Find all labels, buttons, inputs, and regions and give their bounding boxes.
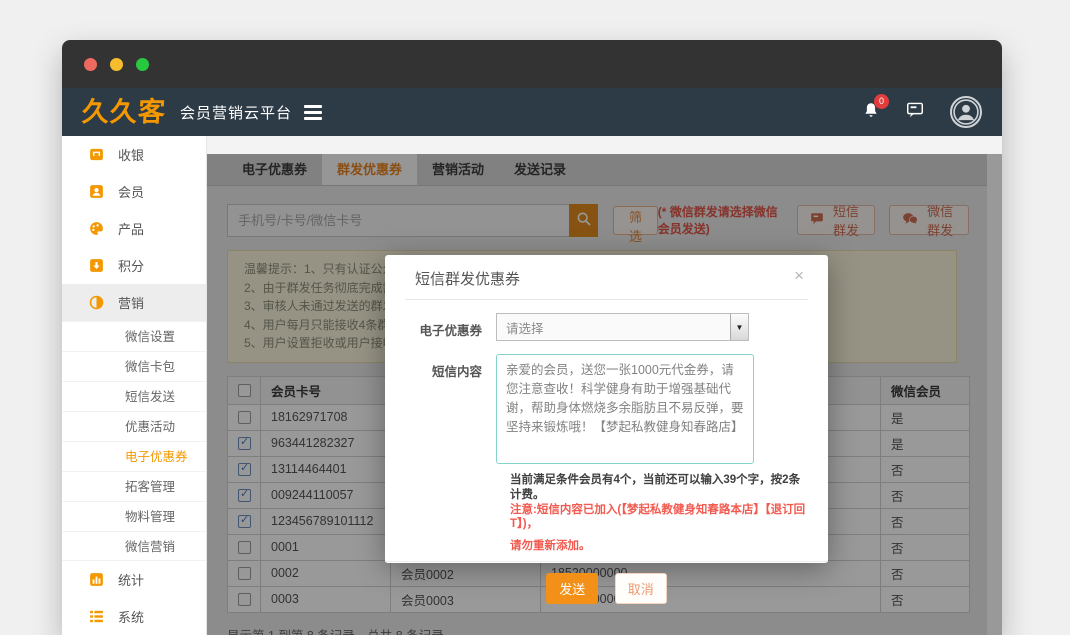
sidebar-item-label: 产品 bbox=[118, 219, 144, 238]
sidebar-subitem-短信发送[interactable]: 短信发送 bbox=[62, 381, 206, 411]
cancel-button[interactable]: 取消 bbox=[615, 573, 667, 604]
message-icon[interactable] bbox=[906, 102, 924, 123]
user-avatar[interactable] bbox=[950, 96, 982, 128]
coupon-select-label: 电子优惠券 bbox=[385, 313, 496, 341]
sms-bulk-modal: 短信群发优惠券 × 电子优惠券 请选择 ▼ 短信内容 亲爱的会员，送您一张100… bbox=[385, 255, 828, 563]
sidebar-item-label: 会员 bbox=[118, 182, 144, 201]
minimize-window-button[interactable] bbox=[110, 58, 123, 71]
sidebar-item-营销[interactable]: 营销 bbox=[62, 284, 206, 321]
sidebar-item-收银[interactable]: 收银 bbox=[62, 136, 206, 173]
maximize-window-button[interactable] bbox=[136, 58, 149, 71]
sidebar-subitem-微信卡包[interactable]: 微信卡包 bbox=[62, 351, 206, 381]
sidebar-subitem-电子优惠券[interactable]: 电子优惠券 bbox=[62, 441, 206, 471]
sidebar-item-产品[interactable]: 产品 bbox=[62, 210, 206, 247]
sidebar-item-积分[interactable]: 积分 bbox=[62, 247, 206, 284]
marketing-icon bbox=[88, 294, 105, 311]
system-icon bbox=[88, 608, 105, 625]
app-logo: 久久客 bbox=[81, 99, 167, 126]
sms-content-textarea[interactable]: 亲爱的会员，送您一张1000元代金券，请您注意查收！科学健身有助于增强基础代谢，… bbox=[496, 354, 754, 464]
sidebar-item-label: 统计 bbox=[118, 570, 144, 589]
sms-content-label: 短信内容 bbox=[385, 354, 496, 464]
chevron-down-icon: ▼ bbox=[730, 314, 748, 340]
sidebar-subitem-拓客管理[interactable]: 拓客管理 bbox=[62, 471, 206, 501]
app-header: 久久客 会员营销云平台 0 bbox=[62, 88, 1002, 136]
member-icon bbox=[88, 183, 105, 200]
notification-badge: 0 bbox=[874, 94, 889, 109]
sms-warning-line1: 注意:短信内容已加入(【梦起私教健身知春路本店】【退订回T】)， bbox=[510, 503, 810, 531]
menu-toggle-icon[interactable] bbox=[304, 105, 322, 120]
sidebar-subitem-微信营销[interactable]: 微信营销 bbox=[62, 531, 206, 561]
window-titlebar bbox=[62, 40, 1002, 88]
close-window-button[interactable] bbox=[84, 58, 97, 71]
modal-divider bbox=[405, 299, 808, 300]
sidebar-item-统计[interactable]: 统计 bbox=[62, 561, 206, 598]
sms-info-text: 当前满足条件会员有4个，当前还可以输入39个字，按2条计费。 bbox=[510, 473, 810, 503]
modal-title: 短信群发优惠券 bbox=[415, 271, 520, 288]
sidebar-subitem-微信设置[interactable]: 微信设置 bbox=[62, 321, 206, 351]
sidebar-subitem-优惠活动[interactable]: 优惠活动 bbox=[62, 411, 206, 441]
cash-register-icon bbox=[88, 146, 105, 163]
points-icon bbox=[88, 257, 105, 274]
sidebar-item-label: 营销 bbox=[118, 293, 144, 312]
sidebar-item-会员[interactable]: 会员 bbox=[62, 173, 206, 210]
stats-icon bbox=[88, 571, 105, 588]
sidebar-item-系统[interactable]: 系统 bbox=[62, 598, 206, 635]
notification-bell-icon[interactable]: 0 bbox=[862, 101, 880, 124]
coupon-select[interactable]: 请选择 ▼ bbox=[496, 313, 749, 341]
browser-window: 久久客 会员营销云平台 0 收银会员产品积分营销微信设置微信卡包短信发送优惠活动… bbox=[62, 40, 1002, 635]
sms-warning-line2: 请勿重新添加。 bbox=[510, 539, 810, 553]
product-icon bbox=[88, 220, 105, 237]
sidebar-item-label: 积分 bbox=[118, 256, 144, 275]
content-top-strip bbox=[207, 136, 1002, 154]
send-button[interactable]: 发送 bbox=[546, 573, 598, 604]
sidebar: 收银会员产品积分营销微信设置微信卡包短信发送优惠活动电子优惠券拓客管理物料管理微… bbox=[62, 136, 207, 635]
app-title: 会员营销云平台 bbox=[180, 102, 292, 123]
coupon-select-value: 请选择 bbox=[497, 318, 730, 337]
sidebar-item-label: 系统 bbox=[118, 607, 144, 626]
close-icon[interactable]: × bbox=[794, 266, 804, 286]
sidebar-subitem-物料管理[interactable]: 物料管理 bbox=[62, 501, 206, 531]
sidebar-item-label: 收银 bbox=[118, 145, 144, 164]
